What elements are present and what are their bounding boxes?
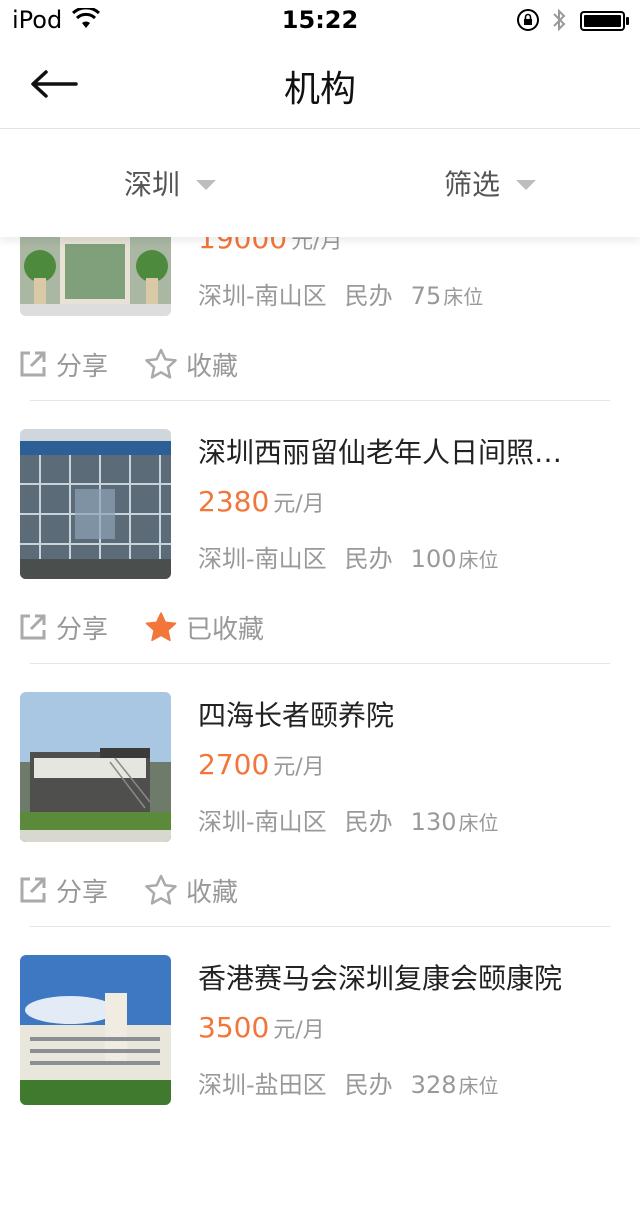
bed-unit: 床位: [443, 285, 484, 309]
favorite-label: 收藏: [186, 877, 239, 908]
filter-dropdown[interactable]: 筛选: [444, 163, 537, 203]
star-outline-icon: [145, 874, 177, 905]
share-label: 分享: [56, 351, 109, 382]
price-value: 2700: [198, 748, 270, 781]
institution-meta: 深圳-盐田区 民办 328 床位: [198, 1065, 498, 1100]
institution-photo: [20, 429, 171, 579]
ownership-type: 民办: [344, 282, 393, 310]
caret-down-icon: [196, 180, 217, 190]
bed-count: 75: [410, 282, 442, 310]
institution-card[interactable]: 四海长者颐养院 2700 元/月 深圳-南山区 民办 130 床位 分享 收藏: [0, 692, 640, 954]
institution-meta: 深圳-南山区 民办 100 床位: [198, 539, 498, 574]
bed-unit: 床位: [458, 548, 499, 572]
star-outline-icon: [145, 348, 177, 379]
institution-name: 四海长者颐养院: [198, 699, 395, 732]
battery-icon: [580, 11, 629, 31]
institution-price: 2380 元/月: [198, 485, 325, 518]
price-unit: 元/月: [273, 492, 325, 517]
ownership-type: 民办: [344, 1071, 393, 1099]
page-title: 机构: [283, 69, 356, 110]
share-icon: [20, 351, 46, 377]
institution-meta: 深圳-南山区 民办 75 床位: [198, 276, 483, 311]
institution-card[interactable]: 香港赛马会深圳复康会颐康院 3500 元/月 深圳-盐田区 民办 328 床位: [0, 955, 640, 1217]
institution-name: 香港赛马会深圳复康会颐康院: [198, 962, 563, 995]
share-button[interactable]: 分享: [18, 872, 108, 909]
bed-unit: 床位: [458, 811, 499, 835]
institution-card[interactable]: 深圳西丽留仙老年人日间照… 2380 元/月 深圳-南山区 民办 100 床位 分享 已: [0, 429, 640, 691]
bed-count: 328: [410, 1071, 457, 1099]
share-button[interactable]: 分享: [18, 346, 108, 383]
ownership-type: 民办: [344, 808, 393, 836]
nav-bar: 机构: [0, 40, 640, 129]
institution-photo: [20, 692, 171, 842]
bed-count: 100: [410, 545, 457, 573]
favorite-button[interactable]: 已收藏: [144, 609, 264, 646]
location: 深圳-南山区: [198, 545, 327, 573]
favorite-label: 收藏: [186, 351, 239, 382]
share-icon: [20, 614, 46, 640]
location: 深圳-南山区: [198, 282, 327, 310]
city-filter-label: 深圳: [124, 168, 181, 201]
divider: [30, 400, 610, 401]
card-actions: 分享 已收藏: [18, 607, 300, 647]
institution-price: 3500 元/月: [198, 1011, 325, 1044]
city-filter-dropdown[interactable]: 深圳: [124, 163, 217, 203]
share-icon: [20, 877, 46, 903]
bluetooth-icon: [553, 8, 566, 32]
divider: [30, 926, 610, 927]
filter-bar: 深圳 筛选: [0, 129, 640, 237]
rotation-lock-icon: [517, 9, 539, 31]
favorite-button[interactable]: 收藏: [144, 346, 238, 383]
filter-label: 筛选: [444, 168, 501, 201]
card-actions: 分享 收藏: [18, 870, 274, 910]
institution-photo: [20, 955, 171, 1105]
institution-name: 深圳西丽留仙老年人日间照…: [198, 436, 563, 469]
ownership-type: 民办: [344, 545, 393, 573]
price-unit: 元/月: [273, 755, 325, 780]
share-label: 分享: [56, 614, 109, 645]
share-button[interactable]: 分享: [18, 609, 108, 646]
location: 深圳-盐田区: [198, 1071, 327, 1099]
status-bar: iPod 15:22: [0, 0, 640, 40]
card-actions: 分享 收藏: [18, 344, 274, 384]
clock: 15:22: [281, 6, 359, 34]
star-filled-icon: [145, 612, 177, 642]
price-value: 3500: [198, 1011, 270, 1044]
divider: [30, 663, 610, 664]
bed-unit: 床位: [458, 1074, 499, 1098]
institution-price: 2700 元/月: [198, 748, 325, 781]
bed-count: 130: [410, 808, 457, 836]
favorite-button[interactable]: 收藏: [144, 872, 238, 909]
price-value: 2380: [198, 485, 270, 518]
institution-meta: 深圳-南山区 民办 130 床位: [198, 802, 498, 837]
price-unit: 元/月: [273, 1018, 325, 1043]
caret-down-icon: [516, 180, 537, 190]
favorite-label: 已收藏: [186, 614, 265, 645]
location: 深圳-南山区: [198, 808, 327, 836]
share-label: 分享: [56, 877, 109, 908]
